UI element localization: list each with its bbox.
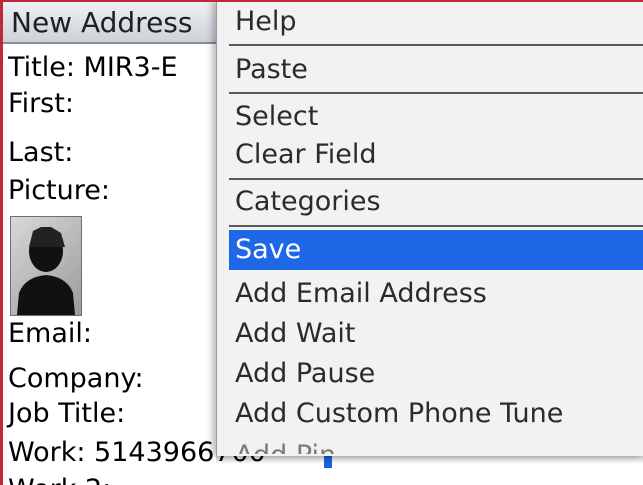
job-title-field[interactable]: Job Title:: [8, 398, 125, 430]
menu-item-help[interactable]: Help: [229, 2, 643, 42]
menu-item-categories[interactable]: Categories: [229, 182, 643, 222]
menu-item-select[interactable]: Select: [229, 97, 643, 137]
picture-label: Picture:: [8, 175, 110, 206]
title-field[interactable]: Title: MIR3-E: [8, 52, 178, 84]
menu-separator: [229, 225, 643, 227]
menu-item-clear-field[interactable]: Clear Field: [229, 135, 643, 175]
menu-item-add-wait[interactable]: Add Wait: [229, 314, 643, 354]
work2-field[interactable]: Work 2:: [8, 474, 128, 485]
menu-item-add-custom-phone-tune[interactable]: Add Custom Phone Tune: [229, 394, 643, 434]
person-silhouette-icon[interactable]: [10, 216, 82, 316]
last-name-field[interactable]: Last:: [8, 137, 73, 169]
address-book-screen: New Address Title: MIR3-E First: Last: P…: [0, 0, 643, 485]
menu-item-add-pause[interactable]: Add Pause: [229, 354, 643, 394]
menu-item-save[interactable]: Save: [229, 230, 643, 270]
menu-shadow: [216, 456, 643, 464]
first-name-field[interactable]: First:: [8, 88, 74, 120]
email-field[interactable]: Email:: [8, 318, 92, 350]
menu-item-add-email-address[interactable]: Add Email Address: [229, 274, 643, 314]
window-frame-left: [0, 0, 3, 485]
menu-separator: [229, 178, 643, 180]
menu-separator: [229, 92, 643, 94]
menu-separator: [229, 44, 643, 46]
screen-title: New Address: [11, 6, 193, 39]
context-menu: Help Paste Select Clear Field Categories…: [216, 0, 643, 456]
company-field[interactable]: Company:: [8, 363, 144, 395]
window-frame-top: [0, 0, 643, 2]
menu-item-paste[interactable]: Paste: [229, 50, 643, 90]
menu-item-add-pin[interactable]: Add Pin: [229, 436, 643, 454]
work2-label: Work 2:: [8, 474, 128, 485]
